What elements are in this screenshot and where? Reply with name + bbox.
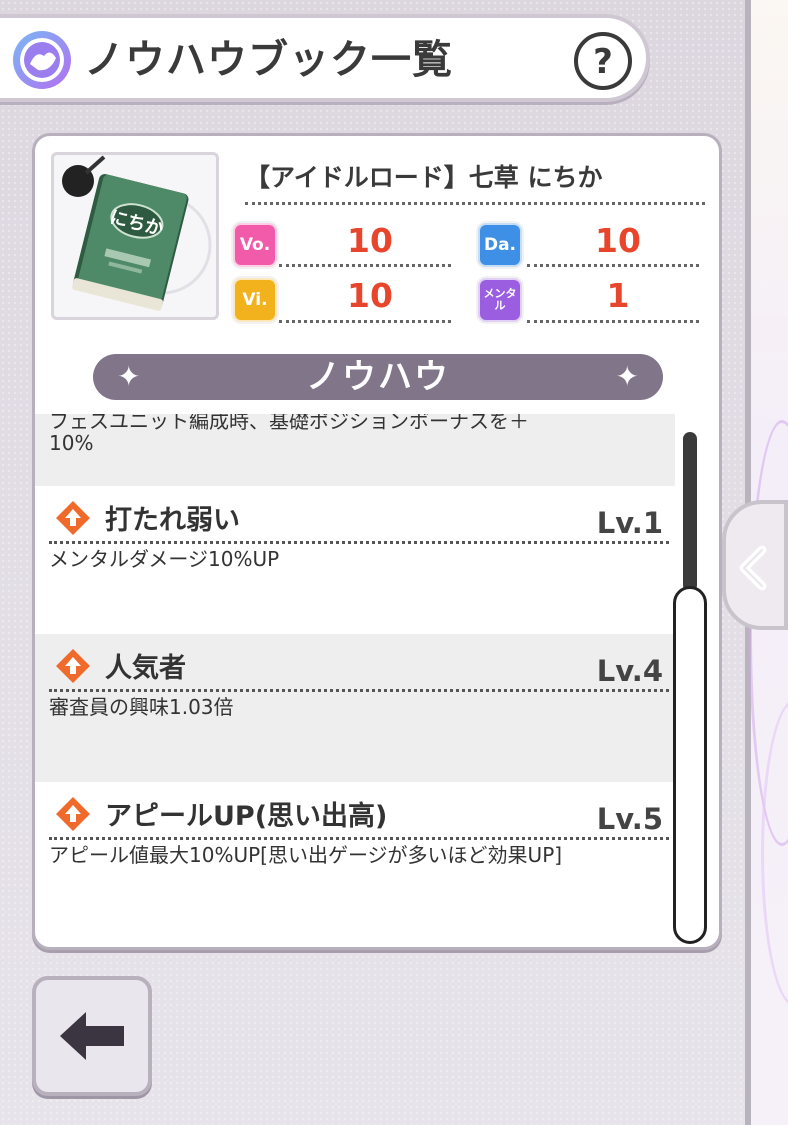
knowhow-section-header: ✦ ノウハウ ✦ [93, 354, 663, 400]
knowhow-desc: 10% [49, 431, 94, 455]
divider [49, 837, 669, 840]
visual-stat-value: 10 [347, 276, 393, 315]
knowhow-desc: アピール値最大10%UP[思い出ゲージが多いほど効果UP] [49, 843, 563, 867]
level-up-arrow-icon [56, 501, 90, 535]
knowhow-level: Lv.4 [596, 654, 663, 688]
card-thumbnail[interactable]: にちか [51, 152, 219, 320]
knowhow-title: アピールUP(思い出高) [105, 801, 388, 832]
book-illustration: にちか [62, 155, 212, 311]
knowhow-desc: フェスユニット編成時、基礎ポジションボーナスを＋ [49, 414, 529, 433]
help-icon: ? [593, 42, 613, 82]
knowhow-desc: 審査員の興味1.03倍 [49, 695, 234, 719]
divider [527, 264, 699, 267]
back-button[interactable] [32, 976, 152, 1096]
level-up-arrow-icon [56, 649, 90, 683]
dance-stat-value: 10 [595, 221, 641, 260]
side-panel-toggle[interactable] [722, 500, 788, 630]
vocal-stat-icon: Vo. [233, 223, 277, 267]
knowhow-title: 人気者 [105, 653, 186, 684]
knowhow-level: Lv.1 [596, 506, 663, 540]
knowhow-level: Lv.5 [596, 802, 663, 836]
knowhow-list[interactable]: フェスユニット編成時、基礎ポジションボーナスを＋ 10% 打たれ弱い Lv.1 … [35, 414, 675, 946]
card-name: 【アイドルロード】七草 にちか [245, 163, 603, 192]
dance-stat-icon: Da. [478, 223, 522, 267]
divider [245, 202, 705, 205]
help-button[interactable]: ? [572, 30, 634, 92]
divider [527, 320, 699, 323]
scrollbar-handle[interactable] [683, 432, 697, 592]
list-item[interactable]: 打たれ弱い Lv.1 メンタルダメージ10%UP [35, 486, 675, 634]
scrollbar-track[interactable] [673, 586, 707, 944]
knowhow-desc: メンタルダメージ10%UP [49, 547, 280, 571]
knowhow-title: 打たれ弱い [105, 505, 240, 536]
visual-stat-icon: Vi. [233, 278, 277, 322]
level-up-arrow-icon [56, 797, 90, 831]
list-item[interactable]: アピールUP(思い出高) Lv.5 アピール値最大10%UP[思い出ゲージが多い… [35, 782, 675, 946]
mental-stat-value: 1 [606, 276, 630, 315]
vocal-stat-value: 10 [347, 221, 393, 260]
knowhow-book-panel: にちか 【アイドルロード】七草 にちか Vo. 10 Da. 10 Vi. 10… [32, 133, 722, 950]
sparkle-icon: ✦ [615, 360, 639, 393]
arrow-left-icon [60, 1012, 124, 1060]
divider [279, 264, 451, 267]
divider [49, 541, 669, 544]
list-item[interactable]: 人気者 Lv.4 審査員の興味1.03倍 [35, 634, 675, 782]
divider [279, 320, 451, 323]
section-title: ノウハウ [306, 357, 450, 397]
page-title: ノウハウブック一覧 [84, 37, 453, 83]
chevron-left-icon [739, 545, 767, 591]
list-item: フェスユニット編成時、基礎ポジションボーナスを＋ 10% [35, 414, 675, 486]
knowhow-book-icon [13, 31, 71, 89]
mental-stat-icon: メンタル [478, 278, 522, 322]
divider [49, 689, 669, 692]
